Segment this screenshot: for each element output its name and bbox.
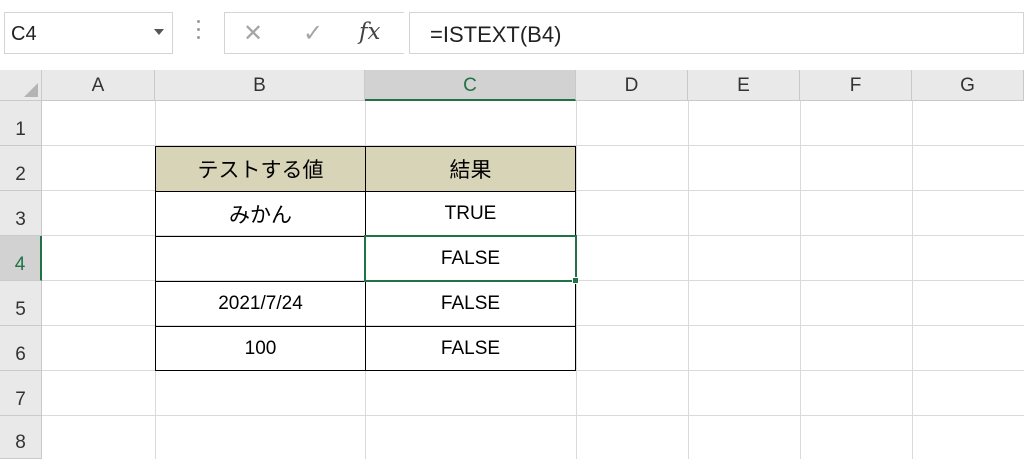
- check-icon[interactable]: ✓: [303, 19, 323, 48]
- formula-bar-area: C4 ✕ ✓ fx =ISTEXT(B4): [0, 0, 1024, 70]
- row-header-label: 7: [15, 389, 26, 410]
- select-all-triangle-icon: [24, 83, 38, 97]
- table-header-result[interactable]: 結果: [365, 146, 576, 192]
- column-header-a[interactable]: A: [42, 70, 155, 101]
- row-header-7[interactable]: 7: [0, 371, 42, 416]
- close-icon[interactable]: ✕: [243, 19, 263, 48]
- chevron-down-icon[interactable]: [154, 29, 164, 35]
- column-header-g[interactable]: G: [912, 70, 1024, 101]
- row-header-2[interactable]: 2: [0, 146, 42, 191]
- formula-text: =ISTEXT(B4): [430, 22, 562, 47]
- column-header-e[interactable]: E: [688, 70, 800, 101]
- name-box[interactable]: C4: [4, 12, 173, 54]
- row-header-5[interactable]: 5: [0, 281, 42, 326]
- column-header-c[interactable]: C: [365, 70, 576, 101]
- name-box-value: C4: [11, 23, 37, 45]
- row-header-1[interactable]: 1: [0, 101, 42, 146]
- drag-handle-icon[interactable]: [193, 20, 203, 46]
- insert-function-icon[interactable]: fx: [359, 19, 380, 45]
- column-header-d[interactable]: D: [576, 70, 688, 101]
- formula-input[interactable]: =ISTEXT(B4): [409, 12, 1024, 54]
- column-header-b[interactable]: B: [155, 70, 365, 101]
- gridline: [42, 415, 1024, 416]
- table-cell-value[interactable]: 100: [155, 326, 366, 371]
- row-header-label: 4: [14, 254, 26, 275]
- row-header-3[interactable]: 3: [0, 191, 42, 236]
- row-header-6[interactable]: 6: [0, 326, 42, 371]
- row-header-4[interactable]: 4: [0, 236, 42, 281]
- table-header-value[interactable]: テストする値: [155, 146, 366, 192]
- active-cell-border[interactable]: [364, 235, 577, 282]
- row-header-label: 3: [15, 209, 26, 230]
- row-header-label: 8: [15, 432, 26, 453]
- table-cell-value[interactable]: 2021/7/24: [155, 281, 366, 327]
- table-cell-result[interactable]: FALSE: [365, 281, 576, 327]
- row-header-8[interactable]: 8: [0, 416, 42, 459]
- table-cell-result[interactable]: FALSE: [365, 326, 576, 371]
- table-cell-value[interactable]: みかん: [155, 191, 366, 237]
- row-header-label: 6: [15, 344, 26, 365]
- column-header-f[interactable]: F: [800, 70, 912, 101]
- row-header-label: 2: [15, 164, 26, 185]
- formula-buttons: ✕ ✓ fx: [224, 12, 404, 54]
- row-header-label: 1: [15, 119, 26, 140]
- fill-handle[interactable]: [572, 277, 579, 284]
- row-header-label: 5: [15, 299, 26, 320]
- select-all-button[interactable]: [0, 70, 42, 101]
- table-cell-result[interactable]: TRUE: [365, 191, 576, 237]
- table-cell-value[interactable]: [155, 236, 366, 282]
- spreadsheet-grid: A B C D E F G 1 2 3 4 5 6 7 8 テストする値 結果 …: [0, 70, 1024, 459]
